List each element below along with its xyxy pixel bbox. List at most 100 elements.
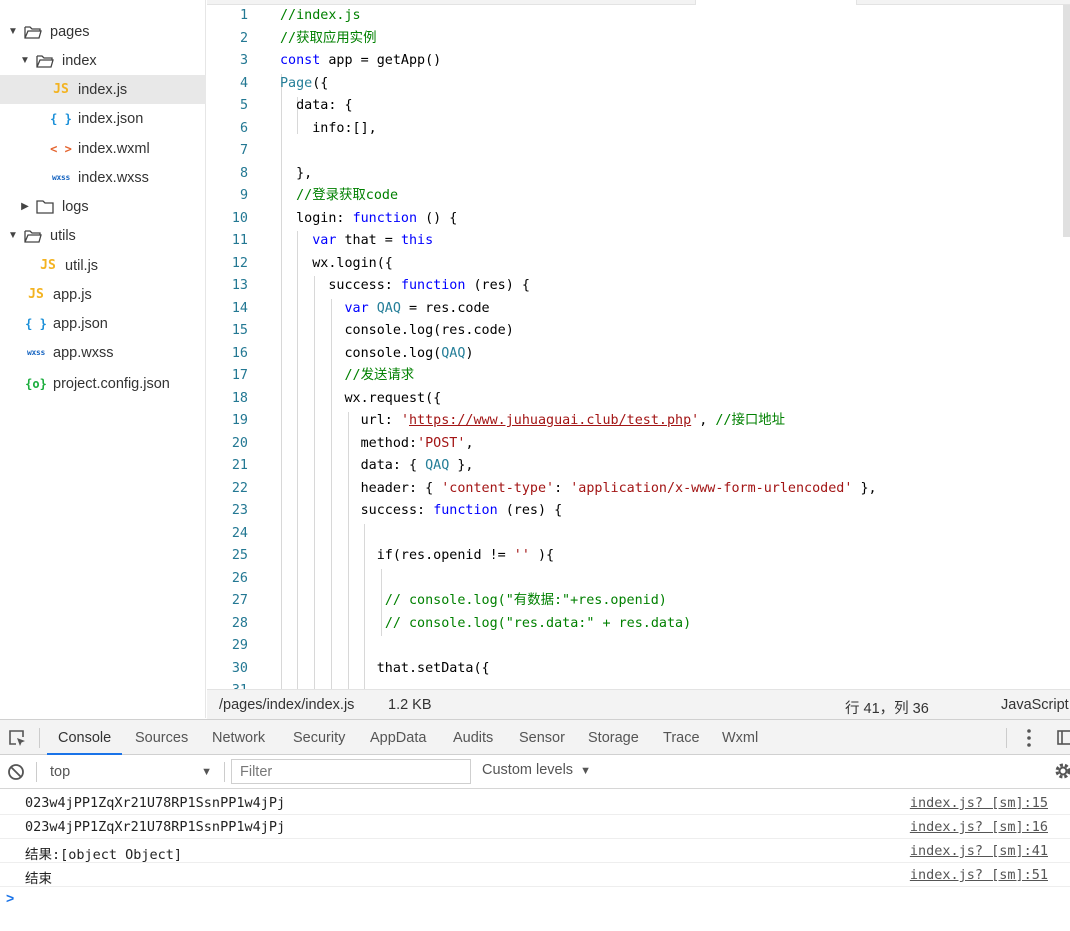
- tree-item-pages[interactable]: ▼ pages: [0, 17, 206, 46]
- inspect-element-icon[interactable]: [8, 729, 27, 751]
- line-number: 9: [239, 188, 248, 203]
- js-file-icon: JS: [40, 258, 56, 273]
- code-line[interactable]: 6 info:[],: [207, 118, 1062, 141]
- code-line[interactable]: 11 var that = this: [207, 230, 1062, 253]
- code-line[interactable]: 26: [207, 568, 1062, 591]
- tab-console[interactable]: Console: [47, 720, 123, 755]
- code-line[interactable]: 9 //登录获取code: [207, 185, 1062, 208]
- console-filter-input[interactable]: [231, 759, 471, 784]
- file-tree: ▼ pages ▼ index JS index.js { } index.js…: [0, 0, 206, 718]
- tree-item-app-js[interactable]: JS app.js: [0, 280, 206, 309]
- tree-item-index-folder[interactable]: ▼ index: [0, 46, 206, 75]
- code-editor[interactable]: 1 //index.js 2 //获取应用实例 3 const app = getApp(…: [207, 0, 1070, 689]
- code-line[interactable]: 4 Page({: [207, 73, 1062, 96]
- code-line[interactable]: 14 var QAQ = res.code: [207, 298, 1062, 321]
- tree-item-util-js[interactable]: JS util.js: [0, 251, 206, 280]
- code-line[interactable]: 5 data: {: [207, 95, 1062, 118]
- code-line[interactable]: 23 success: function (res) {: [207, 500, 1062, 523]
- line-number: 28: [231, 615, 248, 631]
- code-line[interactable]: 31: [207, 680, 1062, 689]
- json-file-icon: { }: [25, 316, 47, 331]
- code-line[interactable]: 13 success: function (res) {: [207, 275, 1062, 298]
- caret-down-icon[interactable]: ▼: [8, 26, 18, 37]
- code-line[interactable]: 27 // console.log("有数据:"+res.openid): [207, 590, 1062, 613]
- file-path: /pages/index/index.js: [219, 697, 355, 713]
- code-text: //登录获取code: [296, 188, 399, 203]
- code-text: console.log(QAQ): [280, 345, 474, 361]
- code-line[interactable]: 25 if(res.openid != '' ){: [207, 545, 1062, 568]
- tab-sources[interactable]: Sources: [135, 720, 188, 755]
- more-options-icon[interactable]: [1026, 728, 1032, 751]
- dock-side-icon[interactable]: [1057, 730, 1070, 749]
- code-line[interactable]: 21 data: { QAQ },: [207, 455, 1062, 478]
- tree-item-logs[interactable]: ▶ logs: [0, 192, 206, 221]
- code-text: that.setData({: [280, 660, 490, 676]
- console-filter-bar: top ▼ Custom levels ▼: [0, 755, 1070, 789]
- code-text: //发送请求: [344, 368, 415, 383]
- code-text: url: 'https://www.juhuaguai.club/test.ph…: [280, 413, 786, 428]
- tab-sensor[interactable]: Sensor: [519, 720, 565, 755]
- code-line[interactable]: 30 that.setData({: [207, 658, 1062, 681]
- code-line[interactable]: 15 console.log(res.code): [207, 320, 1062, 343]
- tree-item-index-json[interactable]: { } index.json: [0, 104, 206, 133]
- code-line[interactable]: 12 wx.login({: [207, 253, 1062, 276]
- gear-icon[interactable]: [1054, 762, 1070, 783]
- tree-item-label: project.config.json: [53, 375, 170, 392]
- console-source-link[interactable]: index.js? [sm]:16: [910, 819, 1048, 835]
- code-line[interactable]: 17 //发送请求: [207, 365, 1062, 388]
- clear-console-icon[interactable]: [7, 763, 25, 784]
- log-levels-label: Custom levels: [482, 762, 574, 778]
- file-size: 1.2 KB: [388, 697, 432, 713]
- code-text: login: function () {: [280, 210, 458, 226]
- context-selector[interactable]: top ▼: [41, 760, 215, 784]
- tree-item-index-wxml[interactable]: < > index.wxml: [0, 134, 206, 163]
- console-message: 023w4jPP1ZqXr21U78RP1SsnPP1w4jPj index.j…: [0, 815, 1070, 839]
- vertical-scrollbar[interactable]: [1063, 5, 1070, 237]
- code-line[interactable]: 24: [207, 523, 1062, 546]
- console-source-link[interactable]: index.js? [sm]:41: [910, 843, 1048, 859]
- tree-item-index-js[interactable]: JS index.js: [0, 75, 206, 104]
- caret-down-icon[interactable]: ▼: [8, 230, 18, 241]
- code-line[interactable]: 18 wx.request({: [207, 388, 1062, 411]
- tab-trace[interactable]: Trace: [663, 720, 700, 755]
- code-line[interactable]: 19 url: 'https://www.juhuaguai.club/test…: [207, 410, 1062, 433]
- code-text: header: { 'content-type': 'application/x…: [280, 480, 877, 496]
- tab-wxml[interactable]: Wxml: [722, 720, 758, 755]
- line-number: 7: [239, 143, 248, 158]
- tree-item-label: app.js: [53, 286, 92, 303]
- cursor-position[interactable]: 行 41，列 36: [845, 697, 929, 718]
- code-line[interactable]: 29: [207, 635, 1062, 658]
- console-prompt[interactable]: >: [6, 890, 14, 906]
- console-source-link[interactable]: index.js? [sm]:51: [910, 867, 1048, 883]
- code-text: // console.log("res.data:" + res.data): [384, 615, 692, 631]
- code-line[interactable]: 20 method:'POST',: [207, 433, 1062, 456]
- code-line[interactable]: 8 },: [207, 163, 1062, 186]
- code-line[interactable]: 1 //index.js: [207, 5, 1062, 28]
- code-line[interactable]: 7: [207, 140, 1062, 163]
- tab-storage[interactable]: Storage: [588, 720, 639, 755]
- tree-item-index-wxss[interactable]: wxss index.wxss: [0, 163, 206, 192]
- code-line[interactable]: 22 header: { 'content-type': 'applicatio…: [207, 478, 1062, 501]
- caret-down-icon[interactable]: ▼: [20, 55, 30, 66]
- tree-item-app-wxss[interactable]: wxss app.wxss: [0, 338, 206, 367]
- log-levels-dropdown[interactable]: Custom levels ▼: [482, 762, 591, 778]
- code-line[interactable]: 16 console.log(QAQ): [207, 343, 1062, 366]
- tree-item-utils[interactable]: ▼ utils: [0, 221, 206, 250]
- tab-security[interactable]: Security: [293, 720, 345, 755]
- language-mode[interactable]: JavaScript: [1001, 697, 1069, 713]
- code-line[interactable]: 2 //获取应用实例: [207, 28, 1062, 51]
- tree-item-app-json[interactable]: { } app.json: [0, 309, 206, 338]
- code-line[interactable]: 28 // console.log("res.data:" + res.data…: [207, 613, 1062, 636]
- config-file-icon: {o}: [25, 376, 47, 391]
- caret-right-icon[interactable]: ▶: [20, 201, 30, 212]
- console-message-text: 结果:[object Object]: [25, 847, 183, 863]
- tab-network[interactable]: Network: [212, 720, 265, 755]
- tree-item-label: app.json: [53, 315, 108, 332]
- code-line[interactable]: 3 const app = getApp(): [207, 50, 1062, 73]
- tree-item-project-config[interactable]: {o} project.config.json: [0, 369, 206, 398]
- console-message-text: 023w4jPP1ZqXr21U78RP1SsnPP1w4jPj: [25, 795, 286, 811]
- code-line[interactable]: 10 login: function () {: [207, 208, 1062, 231]
- tab-audits[interactable]: Audits: [453, 720, 493, 755]
- tab-appdata[interactable]: AppData: [370, 720, 426, 755]
- console-source-link[interactable]: index.js? [sm]:15: [910, 795, 1048, 811]
